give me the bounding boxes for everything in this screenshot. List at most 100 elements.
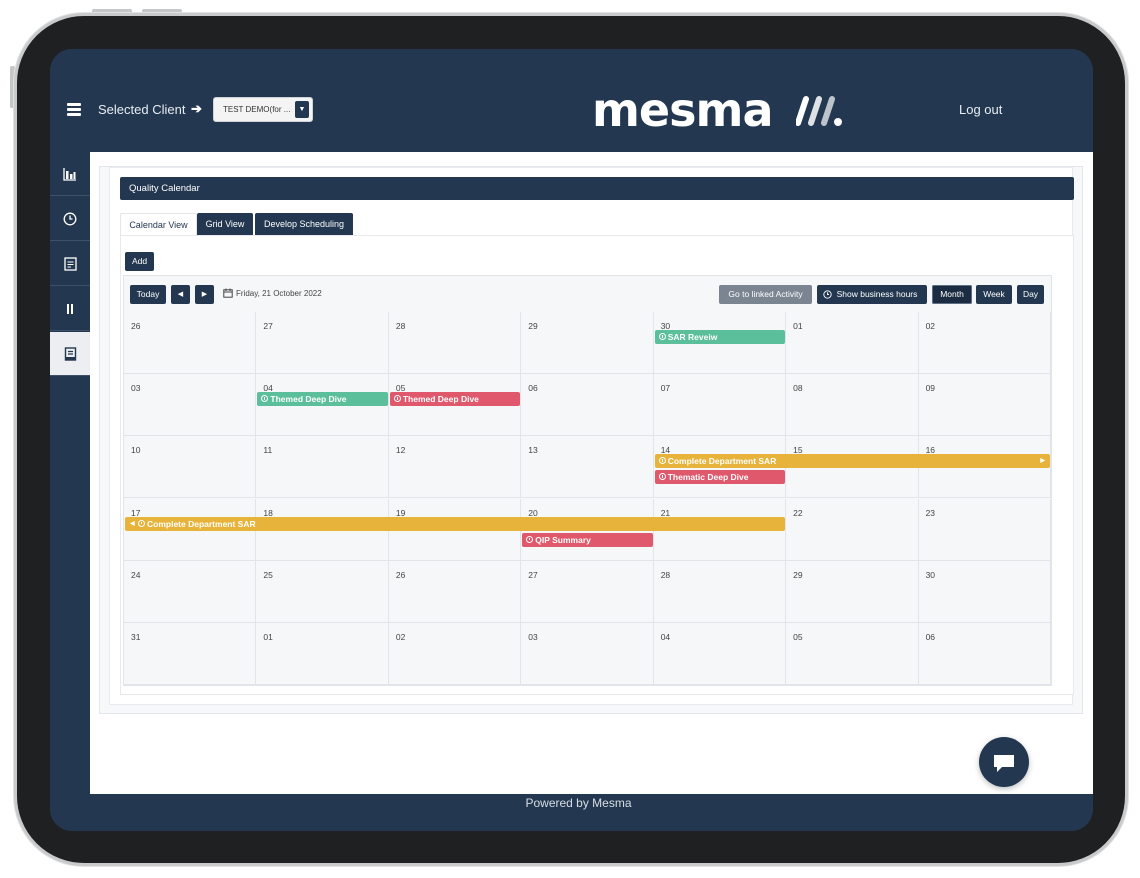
day-number: 06 xyxy=(528,383,538,394)
calendar-day-cell[interactable]: 08 xyxy=(786,374,919,437)
calendar-day-cell[interactable]: 01 xyxy=(256,622,389,685)
day-number: 28 xyxy=(660,569,671,580)
quality-calendar-card: Quality Calendar Calendar View Grid View… xyxy=(109,167,1074,705)
calendar: Today ◀ ▶ Friday, 21 October 2022 Go to … xyxy=(123,275,1052,686)
calendar-day-cell[interactable]: 06 xyxy=(521,374,654,437)
calendar-day-cell[interactable]: 28 xyxy=(388,312,522,375)
day-number: 08 xyxy=(793,383,803,394)
timer-icon xyxy=(658,473,666,481)
calendar-day-cell[interactable]: 29 xyxy=(521,312,654,375)
prev-button[interactable]: ◀ xyxy=(171,285,190,304)
day-number: 02 xyxy=(395,631,406,642)
app-screen: Selected Client ➔ TEST DEMO(for ... ▼ me… xyxy=(50,49,1093,831)
calendar-day-cell[interactable]: 23 xyxy=(918,498,1051,561)
week-view-button[interactable]: Week xyxy=(976,285,1012,304)
calendar-event[interactable]: ◀ Complete Department SAR xyxy=(125,516,786,531)
calendar-day-cell[interactable]: 01 xyxy=(786,312,919,375)
day-number: 25 xyxy=(263,569,273,580)
day-number: 27 xyxy=(528,569,538,580)
add-button[interactable]: Add xyxy=(125,252,154,271)
calendar-day-cell[interactable]: 29 xyxy=(786,560,919,623)
calendar-event[interactable]: Themed Deep Dive xyxy=(389,392,521,407)
timer-icon xyxy=(658,333,666,340)
sidebar-item-history[interactable] xyxy=(50,197,90,241)
calendar-day-cell[interactable]: 03 xyxy=(521,622,654,685)
calendar-event[interactable]: Themed Deep Dive xyxy=(257,392,388,407)
show-business-hours-button[interactable]: Show business hours xyxy=(817,285,927,304)
sidebar-item-reports[interactable] xyxy=(50,152,90,196)
day-number: 27 xyxy=(263,321,273,331)
day-number: 11 xyxy=(263,445,273,456)
calendar-event[interactable]: QIP Summary xyxy=(522,532,653,547)
day-number: 03 xyxy=(131,383,141,394)
day-number: 30 xyxy=(925,569,936,580)
calendar-day-cell[interactable]: 09 xyxy=(918,374,1051,437)
form-icon xyxy=(63,256,77,271)
client-select[interactable]: TEST DEMO(for ... ▼ xyxy=(213,97,313,122)
calendar-day-cell[interactable]: 24 xyxy=(124,560,257,623)
tab-grid-view[interactable]: Grid View xyxy=(197,213,253,235)
day-number: 31 xyxy=(131,631,141,642)
day-number: 01 xyxy=(793,321,803,331)
calendar-day-cell[interactable]: 13 xyxy=(521,436,654,499)
calendar-day-cell[interactable]: 11 xyxy=(256,436,389,499)
calendar-panel: Add Today ◀ ▶ Friday, 21 October 2022 Go… xyxy=(120,235,1074,695)
calendar-day-cell[interactable]: 30 xyxy=(918,560,1051,623)
calendar-day-cell[interactable]: 26 xyxy=(124,312,257,375)
day-number: 26 xyxy=(395,569,406,580)
page-title-bar: Quality Calendar xyxy=(120,177,1074,200)
calendar-day-cell[interactable]: 04 xyxy=(653,622,787,685)
today-button[interactable]: Today xyxy=(130,285,166,304)
calendar-day-cell[interactable]: 27 xyxy=(256,312,389,375)
calendar-day-cell[interactable]: 12 xyxy=(388,436,522,499)
calendar-day-cell[interactable]: 22 xyxy=(786,498,919,561)
show-business-hours-label: Show business hours xyxy=(836,289,918,299)
chat-icon xyxy=(994,755,1014,772)
calendar-day-cell[interactable]: 05 xyxy=(786,622,919,685)
calendar-day-cell[interactable]: 06 xyxy=(918,622,1051,685)
calendar-day-cell[interactable]: 27 xyxy=(521,560,654,623)
event-title: Complete Department SAR xyxy=(667,456,777,467)
go-to-linked-activity-button[interactable]: Go to linked Activity xyxy=(719,285,812,304)
month-view-button[interactable]: Month xyxy=(932,285,972,304)
calendar-day-cell[interactable]: 03 xyxy=(124,374,257,437)
sidebar-item-calendar[interactable] xyxy=(50,332,90,376)
day-number: 29 xyxy=(528,321,538,331)
calendar-event[interactable]: SAR Reveiw xyxy=(654,330,786,344)
continues-left-icon: ◀ xyxy=(130,520,135,527)
day-number: 09 xyxy=(925,383,936,394)
calendar-day-cell[interactable]: 26 xyxy=(388,560,522,623)
sidebar-item-forms[interactable] xyxy=(50,242,90,286)
calendar-event[interactable]: Complete Department SAR ▶ xyxy=(654,454,1050,469)
menu-icon[interactable] xyxy=(67,103,81,116)
tab-develop-scheduling[interactable]: Develop Scheduling xyxy=(255,213,353,235)
timer-icon xyxy=(393,395,401,403)
calendar-day-cell[interactable]: 02 xyxy=(388,622,522,685)
book-icon xyxy=(64,346,76,361)
chat-button[interactable] xyxy=(979,737,1029,787)
logout-link[interactable]: Log out xyxy=(959,102,1002,117)
day-number: 03 xyxy=(528,631,538,642)
chart-icon xyxy=(63,167,76,181)
next-button[interactable]: ▶ xyxy=(195,285,214,304)
day-number: 10 xyxy=(131,445,141,456)
calendar-day-cell[interactable]: 28 xyxy=(653,560,787,623)
day-number: 12 xyxy=(395,445,406,456)
sidebar xyxy=(50,152,90,794)
continues-right-icon: ▶ xyxy=(1040,458,1045,465)
day-number: 22 xyxy=(793,507,803,518)
event-title: Themed Deep Dive xyxy=(402,394,479,405)
calendar-day-cell[interactable]: 07 xyxy=(653,374,787,437)
current-date-label: Friday, 21 October 2022 xyxy=(236,289,322,298)
calendar-event[interactable]: Thematic Deep Dive xyxy=(654,470,786,485)
calendar-day-cell[interactable]: 02 xyxy=(918,312,1051,375)
calendar-day-cell[interactable]: 31 xyxy=(124,622,257,685)
clock-icon xyxy=(63,212,77,225)
day-view-button[interactable]: Day xyxy=(1017,285,1044,304)
sidebar-item-pause[interactable] xyxy=(50,287,90,331)
calendar-day-cell[interactable]: 10 xyxy=(124,436,257,499)
calendar-day-cell[interactable]: 25 xyxy=(256,560,389,623)
day-number: 01 xyxy=(263,631,273,642)
tab-calendar-view[interactable]: Calendar View xyxy=(120,213,197,235)
day-number: 29 xyxy=(793,569,803,580)
